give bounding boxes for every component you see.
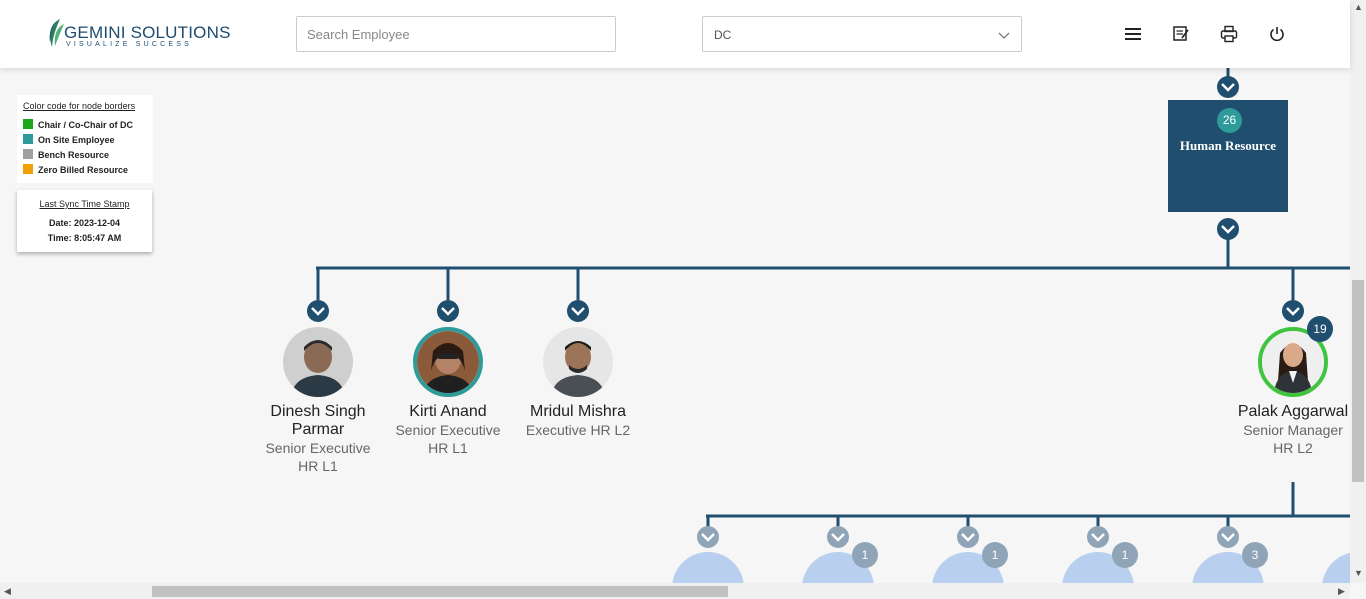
expand-toggle-icon[interactable]: [697, 526, 719, 548]
employee-name: Parmar: [291, 421, 345, 438]
logo-text: GEMINI SOLUTIONS: [64, 23, 231, 42]
legend-swatch: [23, 119, 33, 129]
logo-tagline: VISUALIZE SUCCESS: [66, 41, 192, 48]
leaf-logo-icon: [49, 19, 64, 47]
reportee-count-badge: 1: [982, 542, 1008, 568]
employee-card[interactable]: Mridul Mishra Executive HR L2: [513, 403, 643, 439]
employee-name: Kirti Anand: [409, 403, 487, 420]
avatar[interactable]: [543, 327, 613, 397]
employee-role: HR L1: [298, 458, 338, 474]
border-color-legend: Color code for node borders Chair / Co-C…: [17, 95, 153, 183]
legend-title: Color code for node borders: [23, 101, 136, 111]
employee-role: Senior Manager: [1243, 422, 1343, 438]
org-chart-connectors: [307, 68, 1350, 583]
collapse-toggle-icon[interactable]: [1217, 218, 1239, 240]
reportee-count-badge: 19: [1307, 316, 1333, 342]
company-logo[interactable]: GEMINI SOLUTIONS VISUALIZE SUCCESS: [46, 18, 230, 50]
legend-swatch: [23, 134, 33, 144]
expand-toggle-icon[interactable]: [1087, 526, 1109, 548]
avatar[interactable]: [283, 327, 353, 397]
sync-date: Date: 2023-12-04: [48, 218, 121, 228]
employee-name: Mridul Mishra: [529, 403, 626, 420]
top-bar: GEMINI SOLUTIONS VISUALIZE SUCCESS DC: [0, 0, 1350, 68]
sub-node[interactable]: [672, 552, 744, 583]
scroll-down-icon[interactable]: ▼: [1354, 568, 1363, 578]
employee-name: Dinesh Singh: [270, 403, 366, 420]
vertical-scroll-thumb[interactable]: [1352, 280, 1364, 482]
legend-swatch: [23, 149, 33, 159]
employee-card[interactable]: Dinesh Singh Parmar Senior Executive HR …: [253, 403, 383, 475]
reportee-count-badge: 1: [1112, 542, 1138, 568]
avatar[interactable]: [413, 327, 483, 397]
scroll-left-icon[interactable]: ◀: [4, 586, 11, 597]
horizontal-scroll-thumb[interactable]: [152, 586, 728, 597]
department-select-value: DC: [714, 28, 732, 42]
collapse-toggle-icon[interactable]: [1217, 76, 1239, 98]
sync-timestamp-card: Last Sync Time Stamp Date: 2023-12-04 Ti…: [17, 190, 152, 252]
expand-toggle-icon[interactable]: [1217, 526, 1239, 548]
sync-title: Last Sync Time Stamp: [39, 199, 130, 209]
search-employee-input[interactable]: [296, 16, 616, 52]
department-node[interactable]: 26 Human Resource: [1168, 100, 1288, 212]
person-photo-icon: [543, 327, 613, 397]
power-icon[interactable]: [1268, 25, 1286, 43]
expand-toggle-icon[interactable]: [1282, 300, 1304, 322]
department-select[interactable]: DC: [702, 16, 1022, 52]
scroll-up-icon[interactable]: ▲: [1354, 2, 1363, 12]
legend-swatch: [23, 164, 33, 174]
employee-role: Executive HR L2: [525, 422, 631, 438]
employee-role: HR L2: [1273, 440, 1313, 456]
notes-icon[interactable]: [1172, 25, 1190, 43]
sub-node[interactable]: [1322, 552, 1350, 583]
scroll-right-icon[interactable]: ▶: [1338, 586, 1345, 597]
employee-card[interactable]: Kirti Anand Senior Executive HR L1: [383, 403, 513, 457]
department-title: Human Resource: [1179, 138, 1277, 153]
vertical-scrollbar[interactable]: ▲ ▼: [1350, 0, 1366, 583]
employee-card[interactable]: Palak Aggarwal Senior Manager HR L2: [1228, 403, 1358, 457]
employee-role: HR L1: [428, 440, 468, 456]
expand-toggle-icon[interactable]: [957, 526, 979, 548]
employee-role: Senior Executive: [265, 440, 371, 456]
person-photo-icon: [283, 327, 353, 397]
expand-toggle-icon[interactable]: [307, 300, 329, 322]
chevron-down-icon: [998, 32, 1010, 39]
reportee-count-badge: 3: [1242, 542, 1268, 568]
employee-name: Palak Aggarwal: [1237, 403, 1349, 420]
horizontal-scrollbar[interactable]: ◀ ▶: [0, 583, 1350, 599]
expand-toggle-icon[interactable]: [437, 300, 459, 322]
department-count-badge: 26: [1217, 108, 1242, 133]
print-icon[interactable]: [1220, 25, 1238, 43]
menu-icon[interactable]: [1124, 25, 1142, 43]
expand-toggle-icon[interactable]: [567, 300, 589, 322]
expand-toggle-icon[interactable]: [827, 526, 849, 548]
person-photo-icon: [417, 331, 479, 393]
employee-role: Senior Executive: [395, 422, 501, 438]
reportee-count-badge: 1: [852, 542, 878, 568]
sync-time: Time: 8:05:47 AM: [47, 233, 122, 243]
